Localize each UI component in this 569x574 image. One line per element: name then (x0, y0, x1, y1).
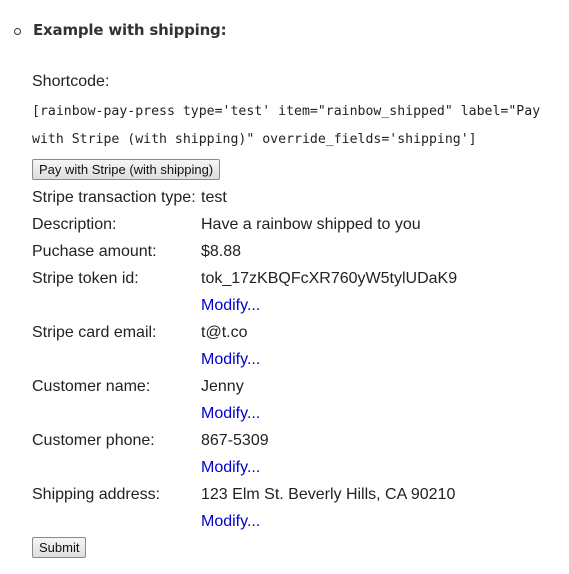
detail-value: Jenny (201, 378, 244, 395)
detail-value: test (201, 189, 227, 206)
detail-label: Description: (32, 216, 117, 233)
list-bullet-icon (14, 28, 21, 35)
detail-row-amount: Puchase amount: $8.88 (32, 238, 457, 265)
modify-row-name: Modify... (32, 400, 457, 427)
detail-value: tok_17zKBQFcXR760yW5tylUDaK9 (201, 270, 458, 287)
detail-label: Stripe transaction type: (32, 189, 196, 206)
submit-button[interactable]: Submit (32, 537, 87, 558)
detail-row-email: Stripe card email: t@t.co (32, 319, 457, 346)
modify-row-phone: Modify... (32, 454, 457, 481)
detail-row-address: Shipping address: 123 Elm St. Beverly Hi… (32, 481, 457, 508)
detail-value: $8.88 (201, 243, 242, 260)
modify-row-email: Modify... (32, 346, 457, 373)
modify-email-link[interactable]: Modify... (201, 351, 260, 368)
detail-label: Puchase amount: (32, 243, 157, 260)
detail-label: Stripe card email: (32, 324, 157, 341)
modify-row-token: Modify... (32, 292, 457, 319)
detail-value: 867-5309 (201, 432, 269, 449)
detail-label: Shipping address: (32, 486, 161, 503)
detail-row-phone: Customer phone: 867-5309 (32, 427, 457, 454)
detail-row-description: Description: Have a rainbow shipped to y… (32, 211, 457, 238)
detail-value: t@t.co (201, 324, 248, 341)
modify-name-link[interactable]: Modify... (201, 405, 260, 422)
shortcode-label: Shortcode: (32, 73, 110, 90)
page: Example with shipping: Shortcode: [rainb… (0, 0, 569, 574)
pay-with-stripe-button[interactable]: Pay with Stripe (with shipping) (32, 159, 221, 180)
detail-label: Customer phone: (32, 432, 155, 449)
modify-address-link[interactable]: Modify... (201, 513, 260, 530)
detail-row-name: Customer name: Jenny (32, 373, 457, 400)
modify-row-address: Modify... (32, 508, 457, 535)
section-heading: Example with shipping: (33, 21, 227, 39)
modify-phone-link[interactable]: Modify... (201, 459, 260, 476)
detail-row-token: Stripe token id: tok_17zKBQFcXR760yW5tyl… (32, 265, 457, 292)
detail-value: Have a rainbow shipped to you (201, 216, 421, 233)
shortcode-text: [rainbow-pay-press type='test' item="rai… (32, 104, 541, 147)
detail-label: Customer name: (32, 378, 151, 395)
transaction-details: Stripe transaction type: test Descriptio… (32, 184, 457, 535)
example-section: Shortcode: [rainbow-pay-press type='test… (32, 72, 562, 558)
detail-label: Stripe token id: (32, 270, 139, 287)
detail-value: 123 Elm St. Beverly Hills, CA 90210 (201, 486, 456, 503)
modify-token-link[interactable]: Modify... (201, 297, 260, 314)
detail-row-transaction-type: Stripe transaction type: test (32, 184, 457, 211)
submit-wrap: Submit (32, 537, 562, 558)
